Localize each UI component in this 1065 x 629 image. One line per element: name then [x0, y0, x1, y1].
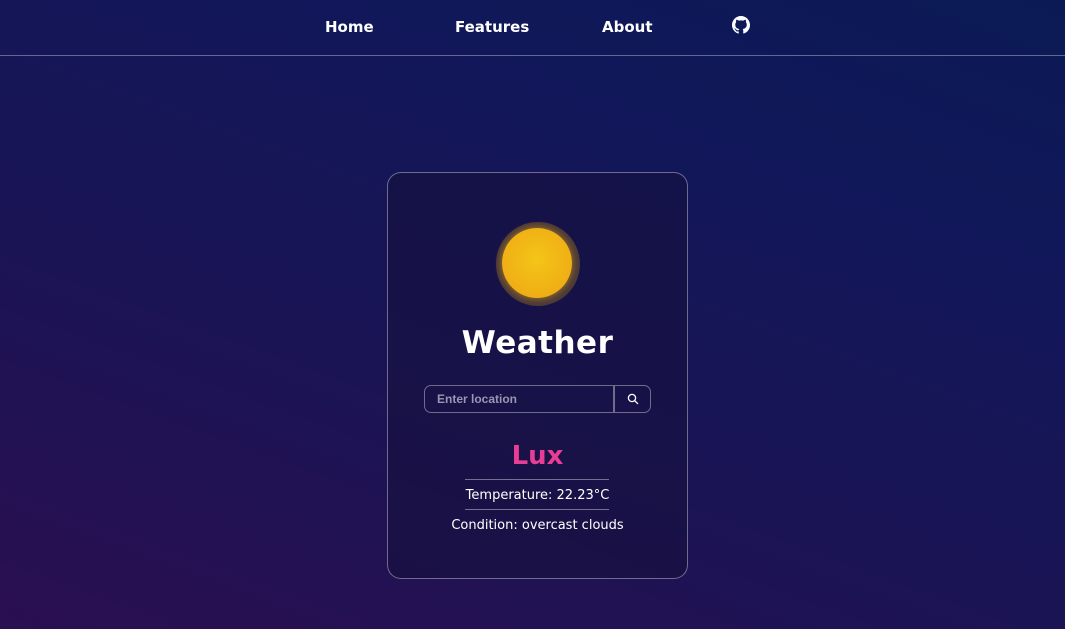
nav-link-features[interactable]: Features	[455, 18, 529, 36]
temperature-text: Temperature: 22.23°C	[465, 488, 610, 503]
divider	[465, 509, 609, 510]
condition-text: Condition: overcast clouds	[451, 518, 624, 533]
github-icon-graphic	[732, 16, 750, 34]
sun-icon	[502, 228, 572, 298]
search-button[interactable]	[614, 385, 651, 413]
nav-link-home[interactable]: Home	[325, 18, 374, 36]
weather-card: Weather Lux Temperature: 22.23°C Conditi…	[387, 172, 688, 579]
top-navbar: Home Features About	[0, 0, 1065, 56]
location-search-input[interactable]	[424, 385, 614, 413]
divider	[465, 479, 609, 480]
weather-title: Weather	[461, 325, 614, 361]
github-icon[interactable]	[732, 16, 750, 34]
city-name: Lux	[511, 441, 564, 471]
search-icon	[627, 393, 639, 405]
nav-link-about[interactable]: About	[602, 18, 653, 36]
